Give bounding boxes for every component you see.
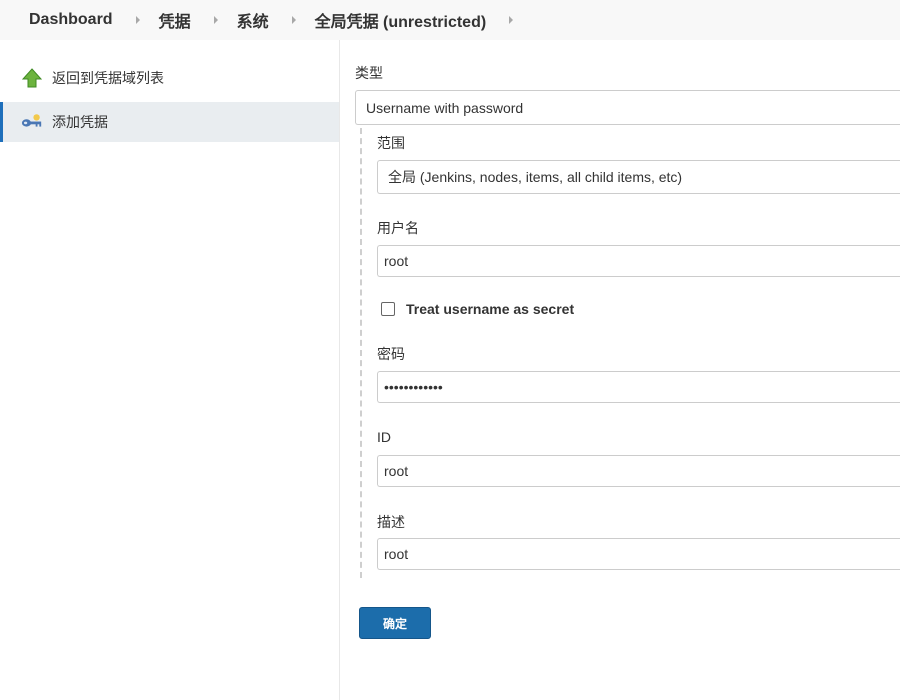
description-label: 描述 bbox=[377, 514, 405, 530]
sidebar-item-label: 添加凭据 bbox=[52, 114, 108, 130]
kind-select-value: Username with password bbox=[366, 99, 524, 116]
id-input[interactable]: root bbox=[377, 455, 900, 487]
breadcrumb: Dashboard 凭据 系统 全局凭据 (unrestricted) bbox=[0, 0, 900, 40]
id-label: ID bbox=[377, 429, 391, 445]
description-input[interactable]: root bbox=[377, 538, 900, 570]
sidebar: 返回到凭据域列表 添加凭据 bbox=[0, 40, 340, 700]
secret-username-row: Treat username as secret bbox=[381, 301, 574, 317]
password-input-value: •••••••••••• bbox=[384, 379, 443, 395]
submit-button[interactable]: 确定 bbox=[359, 607, 431, 639]
kind-label: 类型 bbox=[355, 65, 383, 81]
sidebar-item-label: 返回到凭据域列表 bbox=[52, 70, 164, 86]
breadcrumb-separator-icon[interactable] bbox=[135, 16, 140, 24]
breadcrumb-separator-icon[interactable] bbox=[509, 16, 514, 24]
secret-username-label[interactable]: Treat username as secret bbox=[406, 301, 574, 317]
up-arrow-icon bbox=[21, 67, 43, 89]
username-label: 用户名 bbox=[377, 220, 419, 236]
breadcrumb-separator-icon[interactable] bbox=[291, 16, 296, 24]
description-input-value: root bbox=[384, 546, 409, 562]
id-input-value: root bbox=[384, 463, 409, 479]
credentials-form: 类型 Username with password 范围 全局 (Jenkins… bbox=[355, 40, 900, 700]
section-divider bbox=[360, 128, 362, 578]
key-icon bbox=[21, 111, 43, 133]
username-input[interactable]: root bbox=[377, 245, 900, 277]
password-input[interactable]: •••••••••••• bbox=[377, 371, 900, 403]
breadcrumb-dashboard[interactable]: Dashboard bbox=[29, 11, 113, 29]
password-label: 密码 bbox=[377, 346, 405, 362]
sidebar-item-add-credentials[interactable]: 添加凭据 bbox=[0, 102, 339, 142]
scope-select[interactable]: 全局 (Jenkins, nodes, items, all child ite… bbox=[377, 160, 900, 194]
sidebar-item-back-to-domains[interactable]: 返回到凭据域列表 bbox=[0, 58, 339, 98]
username-input-value: root bbox=[384, 253, 409, 269]
breadcrumb-separator-icon[interactable] bbox=[213, 16, 218, 24]
scope-select-value: 全局 (Jenkins, nodes, items, all child ite… bbox=[388, 169, 683, 185]
kind-select[interactable]: Username with password bbox=[355, 90, 900, 125]
breadcrumb-global-credentials[interactable]: 全局凭据 (unrestricted) bbox=[315, 8, 487, 32]
breadcrumb-credentials[interactable]: 凭据 bbox=[159, 8, 191, 32]
breadcrumb-system[interactable]: 系统 bbox=[237, 8, 269, 32]
scope-label: 范围 bbox=[377, 135, 405, 151]
secret-username-checkbox[interactable] bbox=[381, 302, 395, 316]
